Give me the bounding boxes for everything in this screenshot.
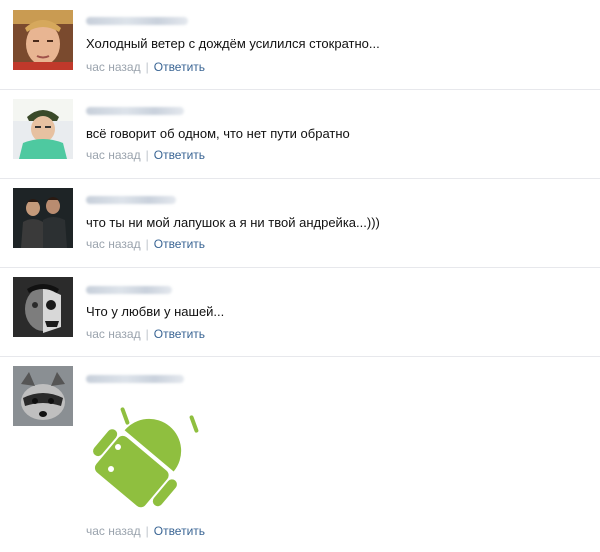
reply-link[interactable]: Ответить xyxy=(154,524,205,538)
comment-meta: час назад | Ответить xyxy=(86,60,205,75)
reply-link[interactable]: Ответить xyxy=(154,60,205,74)
avatar[interactable] xyxy=(13,188,73,248)
reply-link[interactable]: Ответить xyxy=(154,148,205,162)
author-name[interactable] xyxy=(86,196,176,204)
avatar[interactable] xyxy=(13,10,73,70)
author-name[interactable] xyxy=(86,17,188,25)
timestamp[interactable]: час назад xyxy=(86,327,141,341)
separator: | xyxy=(145,524,149,538)
author-name[interactable] xyxy=(86,286,172,294)
avatar[interactable] xyxy=(13,99,73,159)
reply-link[interactable]: Ответить xyxy=(154,237,205,251)
comment-meta: час назад | Ответить xyxy=(86,327,205,342)
reply-link[interactable]: Ответить xyxy=(154,327,205,341)
divider xyxy=(0,178,600,179)
divider xyxy=(0,267,600,268)
avatar[interactable] xyxy=(13,366,73,426)
android-sticker-icon xyxy=(93,407,199,508)
timestamp[interactable]: час назад xyxy=(86,524,141,538)
divider xyxy=(0,89,600,90)
comment-text: Холодный ветер с дождём усилился стократ… xyxy=(86,36,380,51)
separator: | xyxy=(145,60,149,74)
comment-text: Что у любви у нашей... xyxy=(86,304,225,319)
separator: | xyxy=(145,327,149,341)
timestamp[interactable]: час назад xyxy=(86,148,141,162)
separator: | xyxy=(145,237,149,251)
author-name[interactable] xyxy=(86,107,184,115)
comment-meta: час назад | Ответить xyxy=(86,237,205,252)
comment-meta: час назад | Ответить xyxy=(86,524,205,539)
comment-text: всё говорит об одном, что нет пути обрат… xyxy=(86,126,350,141)
author-name[interactable] xyxy=(86,375,184,383)
timestamp[interactable]: час назад xyxy=(86,60,141,74)
avatar[interactable] xyxy=(13,277,73,337)
comment-text: что ты ни мой лапушок а я ни твой андрей… xyxy=(86,215,380,230)
timestamp[interactable]: час назад xyxy=(86,237,141,251)
comment-meta: час назад | Ответить xyxy=(86,148,205,163)
divider xyxy=(0,356,600,357)
separator: | xyxy=(145,148,149,162)
